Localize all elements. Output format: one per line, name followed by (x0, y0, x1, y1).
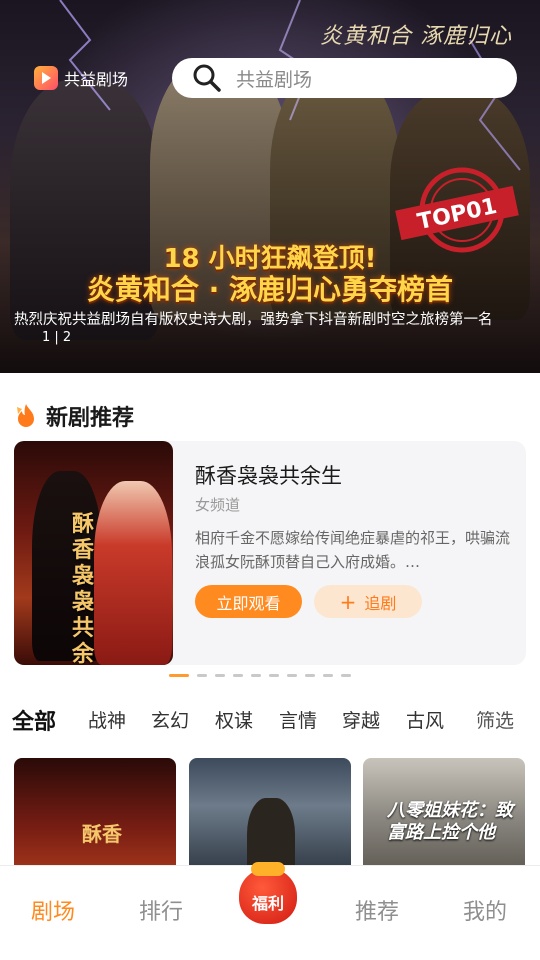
carousel-dot (269, 674, 279, 677)
watch-now-button[interactable]: 立即观看 (195, 585, 302, 618)
carousel-indicator (169, 674, 351, 677)
section-title: 新剧推荐 (46, 406, 135, 431)
tab-war-god[interactable]: 战神 (88, 706, 126, 733)
nav-ranking[interactable]: 排行 (139, 894, 183, 926)
carousel-dot (197, 674, 207, 677)
carousel-dot (251, 674, 261, 677)
filter-button[interactable]: 筛选 (476, 706, 514, 733)
poster-title: 酥香袅袅共余生 (72, 511, 95, 665)
carousel-dot (287, 674, 297, 677)
brand: 共益剧场 (34, 66, 128, 90)
drama-thumbnail[interactable]: 酥香 (14, 758, 176, 878)
poster-figure (94, 481, 172, 665)
search-bar[interactable]: 共益剧场 (172, 58, 517, 98)
nav-recommend[interactable]: 推荐 (355, 894, 399, 926)
banner-calligraphy: 炎黄和合 涿鹿归心 (320, 24, 512, 49)
tab-romance[interactable]: 言情 (279, 706, 317, 733)
search-icon (193, 64, 221, 92)
carousel-dot (305, 674, 315, 677)
follow-drama-button[interactable]: + 追剧 (314, 585, 422, 618)
carousel-dot (169, 674, 189, 677)
thumbnail-title: 八零姐妹花：致富路上捡个他 (387, 800, 513, 843)
carousel-dot (323, 674, 333, 677)
nav-welfare-button[interactable]: 福利 (239, 860, 297, 928)
brand-name: 共益剧场 (64, 70, 129, 89)
search-placeholder: 共益剧场 (236, 68, 313, 91)
hero-banner[interactable]: 炎黄和合 涿鹿归心 共益剧场 共益剧场 TOP01 18 小时狂飙登顶! 炎黄和… (0, 0, 540, 373)
drama-thumbnail[interactable]: 八零姐妹花：致富路上捡个他 (363, 758, 525, 878)
flame-icon (17, 404, 34, 427)
featured-poster[interactable]: 酥香袅袅共余生 (14, 441, 173, 665)
welfare-label: 福利 (251, 894, 284, 913)
banner-caption: 热烈庆祝共益剧场自有版权史诗大剧，强势拿下抖音新剧时空之旅榜第一名 (14, 312, 493, 328)
tab-time-travel[interactable]: 穿越 (342, 706, 380, 733)
tab-ancient[interactable]: 古风 (406, 706, 444, 733)
drama-description: 相府千金不愿嫁给传闻绝症暴虐的祁王，哄骗流浪孤女阮酥顶替自己入府成婚。… (195, 529, 511, 571)
lucky-bag-tie (251, 862, 285, 876)
nav-mine[interactable]: 我的 (463, 894, 507, 926)
app-logo-icon (34, 66, 58, 90)
thumbnail-title: 酥香 (82, 822, 122, 846)
section-header: 新剧推荐 (14, 400, 134, 432)
carousel-dot (233, 674, 243, 677)
watch-now-label: 立即观看 (216, 593, 281, 613)
tab-fantasy[interactable]: 玄幻 (151, 706, 189, 733)
drama-title: 酥香袅袅共余生 (195, 464, 342, 488)
tab-intrigue[interactable]: 权谋 (215, 706, 253, 733)
plus-icon: + (339, 589, 357, 614)
follow-label: 追剧 (364, 593, 397, 613)
drama-channel: 女频道 (195, 496, 241, 514)
carousel-dot (215, 674, 225, 677)
category-tabs: 全部 战神 玄幻 权谋 言情 穿越 古风 筛选 (0, 700, 540, 740)
banner-headline-2: 炎黄和合 · 涿鹿归心勇夺榜首 (86, 273, 454, 306)
tab-all[interactable]: 全部 (12, 704, 56, 736)
nav-theater[interactable]: 剧场 (31, 894, 75, 926)
carousel-dot (341, 674, 351, 677)
banner-pager: 1 | 2 (42, 330, 72, 345)
